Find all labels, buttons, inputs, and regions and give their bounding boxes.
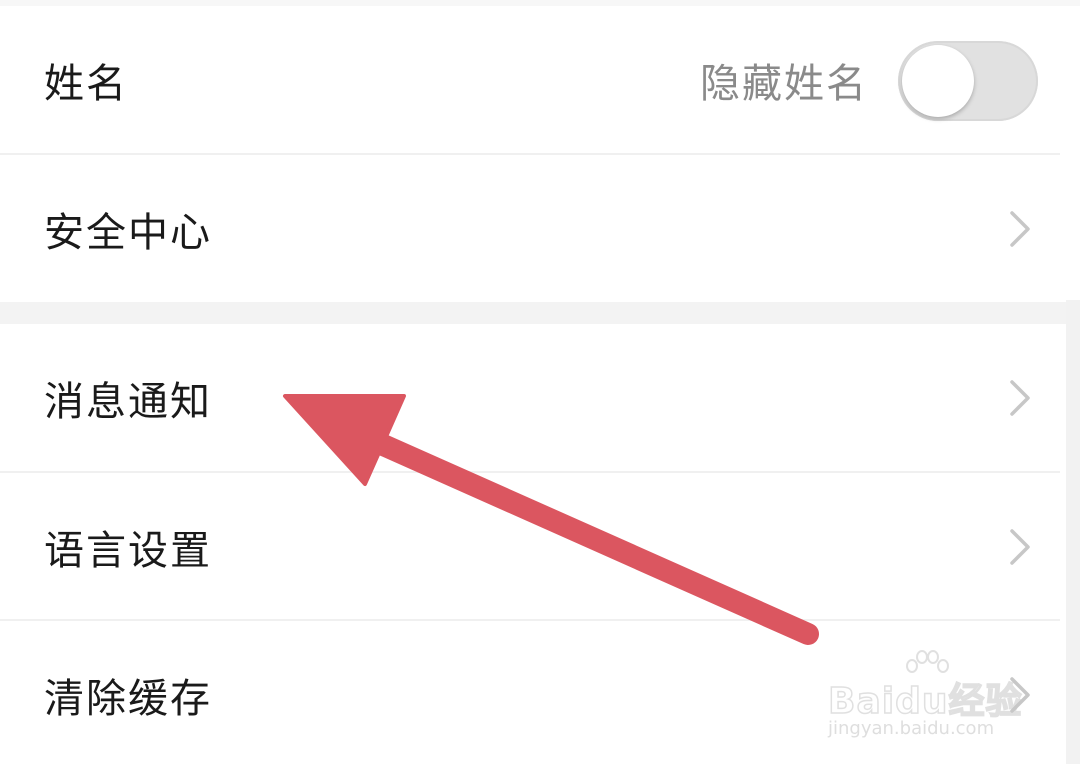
row-label-name: 姓名 (44, 61, 128, 107)
chevron-right-icon (1010, 529, 1030, 565)
scrollbar[interactable] (1066, 300, 1080, 764)
hide-name-toggle[interactable] (898, 41, 1038, 121)
row-label-security-center: 安全中心 (44, 210, 212, 256)
hide-name-label: 隐藏姓名 (700, 61, 868, 107)
chevron-right-icon (1010, 380, 1030, 416)
baidu-watermark: Baidu经验 jingyan.baidu.com (827, 648, 1028, 748)
settings-row-security-center[interactable]: 安全中心 (0, 155, 1060, 303)
chevron-right-icon (1010, 211, 1030, 247)
settings-row-language[interactable]: 语言设置 (0, 473, 1060, 621)
row-label-language: 语言设置 (44, 528, 212, 574)
row-label-message-notifications: 消息通知 (44, 379, 212, 425)
watermark-url: jingyan.baidu.com (828, 718, 995, 739)
row-label-clear-cache: 清除缓存 (44, 676, 212, 722)
section-gap (0, 302, 1080, 324)
toggle-knob (902, 45, 974, 117)
settings-row-name: 姓名 隐藏姓名 (0, 6, 1060, 154)
settings-screen: 姓名 隐藏姓名 安全中心 消息通知 语言设置 清除缓存 Baidu经验 jing… (0, 0, 1080, 764)
settings-row-message-notifications[interactable]: 消息通知 (0, 324, 1060, 472)
watermark-brand: Baidu经验 (827, 680, 1023, 723)
